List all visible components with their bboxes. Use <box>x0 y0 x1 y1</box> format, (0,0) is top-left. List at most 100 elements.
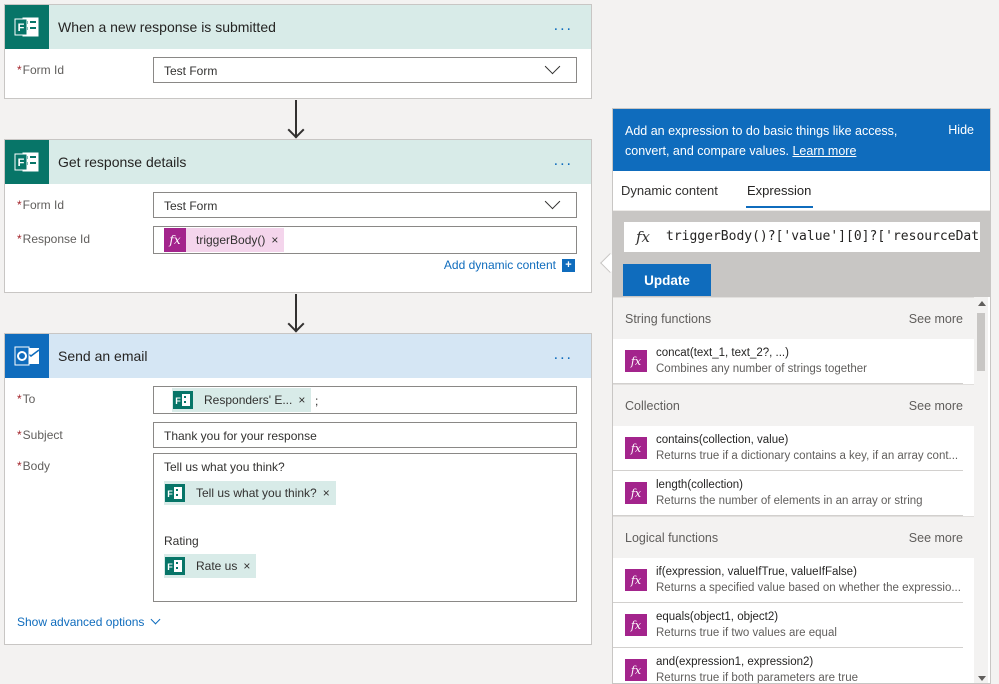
dynamic-token[interactable]: F Responders' E... × <box>172 388 312 412</box>
function-description: Returns true if a dictionary contains a … <box>656 450 959 462</box>
scroll-up-icon[interactable] <box>978 301 986 306</box>
function-item[interactable]: fx and(expression1, expression2) Returns t… <box>613 648 963 684</box>
function-name: length(collection) <box>656 479 743 491</box>
trigger-card-header[interactable]: F When a new response is submitted ... <box>5 5 591 49</box>
form-id-label: *Form Id <box>17 198 64 212</box>
show-advanced-options[interactable]: Show advanced options <box>17 614 161 629</box>
token-label: triggerBody() <box>196 233 266 247</box>
function-item[interactable]: fx contains(collection, value) Returns tru… <box>613 426 963 471</box>
see-more-link[interactable]: See more <box>909 531 963 545</box>
form-id-value: Test Form <box>164 64 218 78</box>
chevron-down-icon[interactable] <box>150 614 161 625</box>
trigger-card: F When a new response is submitted ... *… <box>4 4 592 99</box>
section-name: Logical functions <box>625 531 719 545</box>
tab-dynamic-content[interactable]: Dynamic content <box>621 183 718 198</box>
separator: ; <box>315 394 319 408</box>
panel-tabs: Dynamic content Expression <box>613 171 990 211</box>
chevron-down-icon <box>544 58 561 75</box>
response-id-input[interactable]: fx triggerBody() × <box>153 226 577 254</box>
to-label: *To <box>17 392 35 406</box>
required-mark: * <box>17 63 22 77</box>
close-icon[interactable]: × <box>271 233 284 247</box>
function-name: and(expression1, expression2) <box>656 656 814 668</box>
arrow-down-icon <box>287 121 305 139</box>
body-text-line: Rating <box>164 534 199 548</box>
add-dynamic-content[interactable]: Add dynamic content + <box>444 258 575 272</box>
more-options-button[interactable]: ... <box>554 17 573 35</box>
panel-banner: Add an expression to do basic things lik… <box>613 109 990 171</box>
chevron-down-icon <box>544 193 561 210</box>
dynamic-token[interactable]: F Rate us × <box>164 554 257 578</box>
scroll-thumb[interactable] <box>977 313 985 371</box>
panel-message: Add an expression to do basic things lik… <box>625 121 925 161</box>
required-mark: * <box>17 198 22 212</box>
svg-text:F: F <box>18 22 25 34</box>
function-name: equals(object1, object2) <box>656 611 779 623</box>
scroll-down-icon[interactable] <box>978 676 986 681</box>
more-options-button[interactable]: ... <box>554 152 573 170</box>
show-advanced-options-link[interactable]: Show advanced options <box>17 615 144 629</box>
dynamic-token[interactable]: F Tell us what you think? × <box>164 481 336 505</box>
email-card-header[interactable]: Send an email ... <box>5 334 591 378</box>
form-id-dropdown[interactable]: Test Form <box>153 57 577 83</box>
function-description: Returns true if both parameters are true <box>656 672 858 684</box>
expression-text[interactable]: triggerBody()?['value'][0]?['resourceDat… <box>666 229 980 244</box>
token-label: Rate us <box>196 559 238 573</box>
plus-icon[interactable]: + <box>562 258 575 272</box>
body-editor[interactable]: Tell us what you think? F Tell us what y… <box>153 453 577 602</box>
close-icon[interactable]: × <box>323 486 336 500</box>
forms-app-icon: F <box>5 140 49 184</box>
function-section-header: Collection See more <box>613 384 975 426</box>
required-mark: * <box>17 459 22 473</box>
expression-token[interactable]: fx triggerBody() × <box>164 228 285 252</box>
body-text-line: Tell us what you think? <box>164 460 285 474</box>
add-dynamic-content-link[interactable]: Add dynamic content <box>444 258 556 272</box>
label-text: Response Id <box>22 232 91 246</box>
details-card-header[interactable]: F Get response details ... <box>5 140 591 184</box>
fx-icon: fx <box>625 614 647 636</box>
section-name: String functions <box>625 312 712 326</box>
function-description: Returns the number of elements in an arr… <box>656 495 923 507</box>
required-mark: * <box>17 428 22 442</box>
function-section-header: Logical functions See more <box>613 516 975 558</box>
label-text: Subject <box>22 428 63 442</box>
fx-icon: fx <box>164 228 186 252</box>
forms-icon: F <box>172 388 194 412</box>
see-more-link[interactable]: See more <box>909 312 963 326</box>
update-button[interactable]: Update <box>623 264 711 296</box>
hide-button[interactable]: Hide <box>948 123 974 137</box>
token-label: Tell us what you think? <box>196 486 317 500</box>
form-id-label: *Form Id <box>17 63 64 77</box>
fx-icon: fx <box>625 569 647 591</box>
function-item[interactable]: fx length(collection) Returns the number o… <box>613 471 963 516</box>
to-input[interactable]: F Responders' E... × ; <box>153 386 577 414</box>
email-card: Send an email ... *To F Responders' E...… <box>4 333 592 645</box>
function-item[interactable]: fx equals(object1, object2) Returns true i… <box>613 603 963 648</box>
see-more-link[interactable]: See more <box>909 399 963 413</box>
svg-text:F: F <box>175 396 181 406</box>
details-card: F Get response details ... *Form Id Test… <box>4 139 592 293</box>
fx-icon: fx <box>625 482 647 504</box>
close-icon[interactable]: × <box>243 559 256 573</box>
function-item[interactable]: fx concat(text_1, text_2?, ...) Combines a… <box>613 339 963 384</box>
active-tab-indicator <box>746 206 813 208</box>
form-id-dropdown[interactable]: Test Form <box>153 192 577 218</box>
fx-icon: fx <box>625 350 647 372</box>
close-icon[interactable]: × <box>298 393 311 407</box>
learn-more-link[interactable]: Learn more <box>792 144 856 158</box>
section-name: Collection <box>625 399 680 413</box>
function-description: Returns true if two values are equal <box>656 627 837 639</box>
scrollbar[interactable] <box>974 297 988 683</box>
function-name: concat(text_1, text_2?, ...) <box>656 347 789 359</box>
tab-expression[interactable]: Expression <box>747 183 811 198</box>
function-item[interactable]: fx if(expression, valueIfTrue, valueIfFal… <box>613 558 963 603</box>
arrow-down-icon <box>287 315 305 333</box>
function-list: String functions See more fx concat(text_1,… <box>613 297 975 684</box>
expression-input[interactable]: fx triggerBody()?['value'][0]?['resource… <box>623 221 981 253</box>
more-options-button[interactable]: ... <box>554 346 573 364</box>
expression-panel: Add an expression to do basic things lik… <box>612 108 991 684</box>
svg-text:F: F <box>167 489 173 499</box>
subject-input[interactable]: Thank you for your response <box>153 422 577 448</box>
response-id-label: *Response Id <box>17 232 90 246</box>
forms-icon: F <box>164 481 186 505</box>
